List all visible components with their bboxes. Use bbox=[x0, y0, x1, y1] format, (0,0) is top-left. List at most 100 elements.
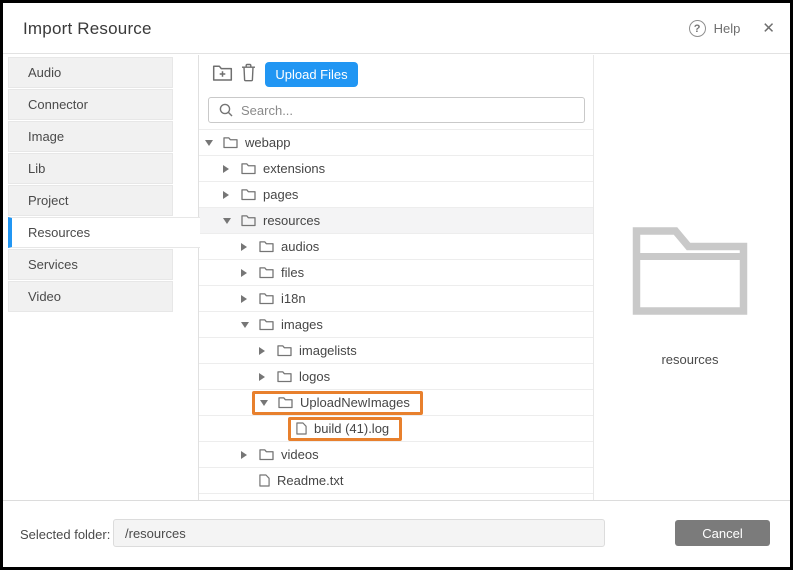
sidebar-item-services[interactable]: Services bbox=[8, 249, 173, 280]
chevron-right-icon[interactable] bbox=[259, 347, 277, 355]
folder-icon bbox=[277, 370, 292, 383]
sidebar-item-label: Resources bbox=[12, 218, 200, 247]
file-icon bbox=[259, 474, 270, 487]
arrow-glyph bbox=[241, 322, 249, 328]
chevron-right-icon[interactable] bbox=[241, 451, 259, 459]
tree-item-webapp[interactable]: webapp bbox=[199, 130, 593, 156]
sidebar-item-connector[interactable]: Connector bbox=[8, 89, 173, 120]
chevron-right-icon[interactable] bbox=[259, 373, 277, 381]
chevron-down-icon[interactable] bbox=[223, 218, 241, 224]
tree-item-readme-txt[interactable]: Readme.txt bbox=[199, 468, 593, 494]
tree-item-content: extensions bbox=[223, 158, 325, 180]
sidebar-item-image[interactable]: Image bbox=[8, 121, 173, 152]
selected-folder-input[interactable] bbox=[113, 519, 605, 547]
search-icon bbox=[219, 103, 233, 117]
arrow-glyph bbox=[223, 165, 229, 173]
arrow-glyph bbox=[205, 140, 213, 146]
tree-item-content: webapp bbox=[205, 132, 291, 154]
chevron-down-icon[interactable] bbox=[260, 400, 278, 406]
folder-icon bbox=[241, 162, 256, 175]
arrow-glyph bbox=[241, 269, 247, 277]
import-resource-dialog: Import Resource ? Help ✕ AudioConnectorI… bbox=[0, 0, 793, 570]
arrow-glyph bbox=[241, 451, 247, 459]
folder-icon bbox=[259, 240, 274, 253]
search-input[interactable] bbox=[241, 103, 584, 118]
close-icon[interactable]: ✕ bbox=[762, 21, 775, 36]
delete-icon[interactable] bbox=[241, 63, 256, 87]
tree-item-content: videos bbox=[241, 444, 319, 466]
tree-item-content: Readme.txt bbox=[259, 470, 343, 492]
tree-item-extensions[interactable]: extensions bbox=[199, 156, 593, 182]
sidebar-item-video[interactable]: Video bbox=[8, 281, 173, 312]
tree-item-build-41-log[interactable]: build (41).log bbox=[199, 416, 593, 442]
tree-item-label: logos bbox=[299, 369, 330, 384]
selected-folder-label: Selected folder: bbox=[20, 527, 110, 542]
folder-icon bbox=[259, 448, 274, 461]
sidebar-item-lib[interactable]: Lib bbox=[8, 153, 173, 184]
file-tree: webapp extensions pages resources audios file… bbox=[199, 129, 593, 500]
tree-item-imagelists[interactable]: imagelists bbox=[199, 338, 593, 364]
folder-icon bbox=[241, 214, 256, 227]
chevron-right-icon[interactable] bbox=[241, 295, 259, 303]
tree-item-label: audios bbox=[281, 239, 319, 254]
chevron-right-icon[interactable] bbox=[241, 269, 259, 277]
sidebar-item-resources[interactable]: Resources bbox=[8, 217, 200, 248]
tree-item-content: audios bbox=[241, 236, 319, 258]
arrow-glyph bbox=[223, 191, 229, 199]
tree-item-label: files bbox=[281, 265, 304, 280]
tree-item-content: images bbox=[241, 314, 323, 336]
sidebar-item-label: Audio bbox=[9, 58, 172, 87]
new-folder-icon[interactable] bbox=[212, 64, 233, 87]
tree-item-label: UploadNewImages bbox=[300, 395, 410, 410]
upload-files-button[interactable]: Upload Files bbox=[265, 62, 358, 87]
tree-item-content: logos bbox=[259, 366, 330, 388]
tree-item-logos[interactable]: logos bbox=[199, 364, 593, 390]
tree-item-content: pages bbox=[223, 184, 298, 206]
tree-item-content: i18n bbox=[241, 288, 306, 310]
tree-item-audios[interactable]: audios bbox=[199, 234, 593, 260]
tree-item-label: videos bbox=[281, 447, 319, 462]
tree-item-pages[interactable]: pages bbox=[199, 182, 593, 208]
folder-icon bbox=[277, 344, 292, 357]
sidebar-item-audio[interactable]: Audio bbox=[8, 57, 173, 88]
annotation-highlight-box: UploadNewImages bbox=[252, 391, 423, 415]
folder-preview-icon bbox=[631, 225, 749, 322]
tree-item-label: resources bbox=[263, 213, 320, 228]
tree-item-files[interactable]: files bbox=[199, 260, 593, 286]
arrow-glyph bbox=[260, 400, 268, 406]
help-link[interactable]: Help bbox=[714, 21, 741, 36]
sidebar-item-label: Lib bbox=[9, 154, 172, 183]
sidebar-item-label: Image bbox=[9, 122, 172, 151]
arrow-glyph bbox=[241, 295, 247, 303]
tree-item-content: imagelists bbox=[259, 340, 357, 362]
page-title: Import Resource bbox=[23, 3, 152, 54]
arrow-glyph bbox=[223, 218, 231, 224]
folder-icon bbox=[259, 266, 274, 279]
chevron-down-icon[interactable] bbox=[205, 140, 223, 146]
tree-item-images[interactable]: images bbox=[199, 312, 593, 338]
file-icon bbox=[296, 422, 307, 435]
arrow-glyph bbox=[241, 243, 247, 251]
preview-folder-name: resources bbox=[594, 352, 786, 367]
help-icon[interactable]: ? bbox=[689, 20, 706, 37]
tree-item-label: build (41).log bbox=[314, 421, 389, 436]
arrow-glyph bbox=[259, 373, 265, 381]
tree-item-resources[interactable]: resources bbox=[199, 208, 593, 234]
cancel-button[interactable]: Cancel bbox=[675, 520, 770, 546]
sidebar-item-label: Video bbox=[9, 282, 172, 311]
sidebar-item-project[interactable]: Project bbox=[8, 185, 173, 216]
chevron-right-icon[interactable] bbox=[241, 243, 259, 251]
tree-item-videos[interactable]: videos bbox=[199, 442, 593, 468]
chevron-right-icon[interactable] bbox=[223, 165, 241, 173]
tree-item-uploadnewimages[interactable]: UploadNewImages bbox=[199, 390, 593, 416]
tree-item-content: files bbox=[241, 262, 304, 284]
annotation-highlight-box: build (41).log bbox=[288, 417, 402, 441]
sidebar-item-label: Services bbox=[9, 250, 172, 279]
folder-icon bbox=[259, 318, 274, 331]
tree-item-label: imagelists bbox=[299, 343, 357, 358]
chevron-right-icon[interactable] bbox=[223, 191, 241, 199]
chevron-down-icon[interactable] bbox=[241, 322, 259, 328]
folder-icon bbox=[223, 136, 238, 149]
tree-item-content: resources bbox=[223, 210, 320, 232]
tree-item-i18n[interactable]: i18n bbox=[199, 286, 593, 312]
